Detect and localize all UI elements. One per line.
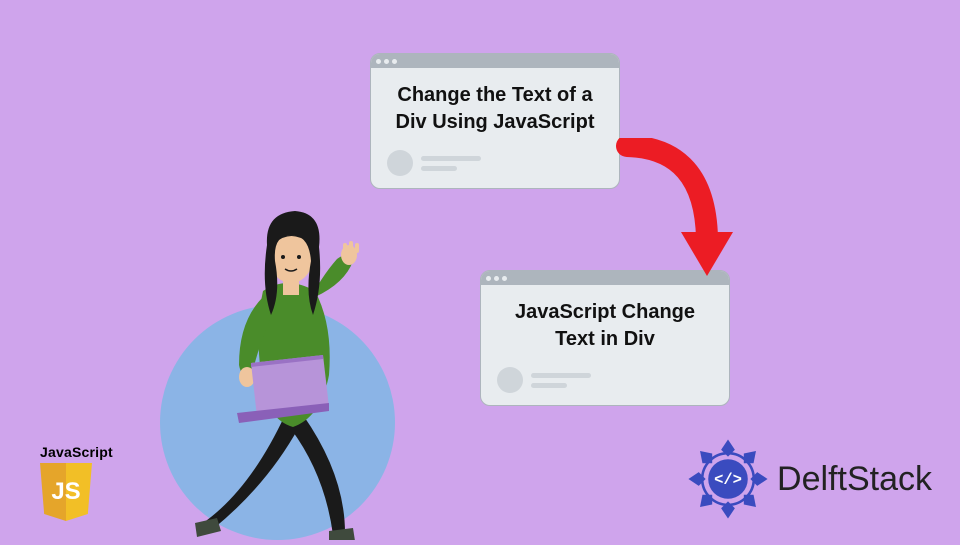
- arrow-icon: [607, 138, 737, 303]
- line-placeholder-icon: [421, 156, 481, 161]
- javascript-badge: JavaScript JS: [40, 444, 113, 521]
- card-meta: [387, 150, 603, 176]
- svg-text:</>: </>: [714, 471, 742, 489]
- card-titlebar: [371, 54, 619, 68]
- window-dot-icon: [376, 59, 381, 64]
- javascript-shield-icon: JS: [40, 463, 92, 521]
- window-dot-icon: [494, 276, 499, 281]
- window-dot-icon: [502, 276, 507, 281]
- line-placeholder-icon: [421, 166, 457, 171]
- delftstack-logo: </> DelftStack: [685, 436, 932, 522]
- avatar-placeholder-icon: [387, 150, 413, 176]
- card-before: Change the Text of a Div Using JavaScrip…: [370, 53, 620, 189]
- person-illustration: [195, 205, 395, 545]
- avatar-placeholder-icon: [497, 367, 523, 393]
- window-dot-icon: [486, 276, 491, 281]
- delftstack-emblem-icon: </>: [685, 436, 771, 522]
- line-placeholder-icon: [531, 383, 567, 388]
- javascript-letters: JS: [51, 478, 80, 506]
- delftstack-name: DelftStack: [777, 460, 932, 499]
- line-placeholder-icon: [531, 373, 591, 378]
- card-text: JavaScript Change Text in Div: [497, 299, 713, 353]
- card-meta: [497, 367, 713, 393]
- window-dot-icon: [384, 59, 389, 64]
- window-dot-icon: [392, 59, 397, 64]
- javascript-label: JavaScript: [40, 444, 113, 460]
- card-text: Change the Text of a Div Using JavaScrip…: [387, 82, 603, 136]
